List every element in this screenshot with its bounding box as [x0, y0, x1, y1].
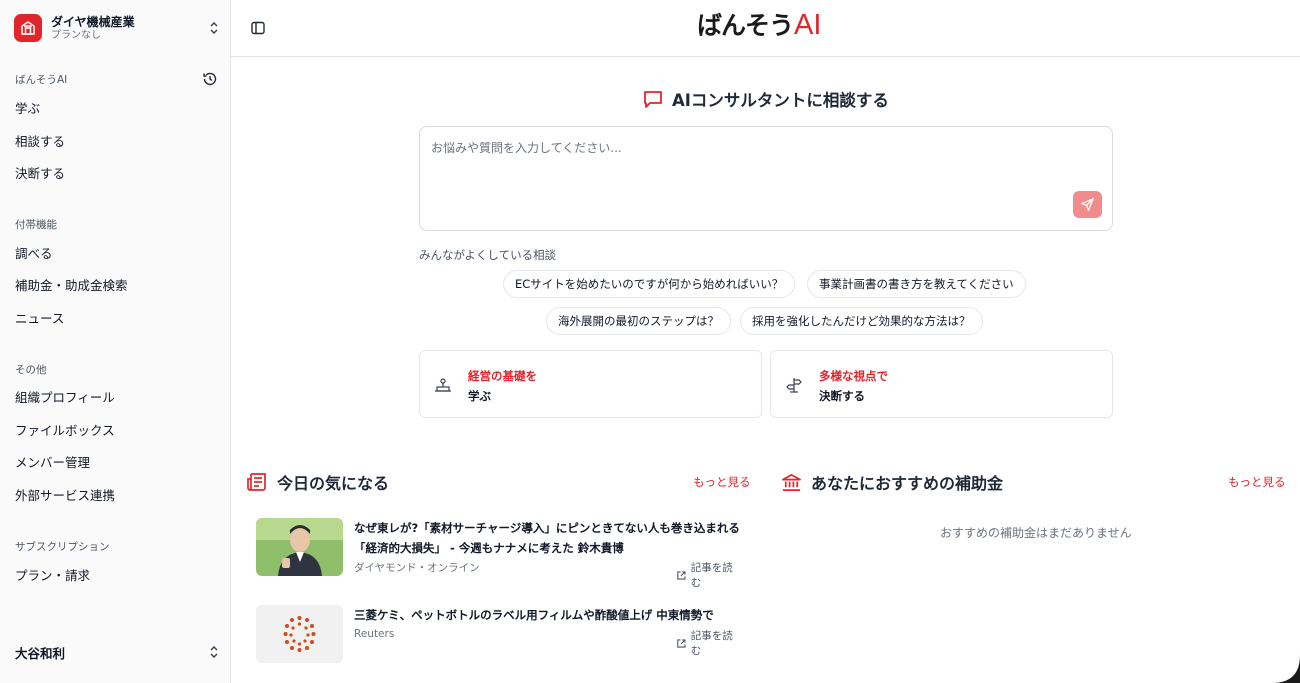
- news-section-header: 今日の気になる: [246, 469, 389, 495]
- podium-icon: [435, 378, 451, 392]
- news-thumbnail: [256, 605, 343, 663]
- user-name: 大谷和利: [15, 645, 66, 661]
- subsidy-section-title: あなたにおすすめの補助金: [811, 474, 1004, 493]
- sidebar-item-members[interactable]: メンバー管理: [15, 448, 215, 474]
- newspaper-icon: [247, 473, 266, 491]
- window-corner: [1272, 655, 1300, 683]
- suggestion-chip[interactable]: 採用を強化したんだけど効果的な方法は？: [740, 307, 983, 335]
- sidebar-item-integrations[interactable]: 外部サービス連携: [15, 481, 215, 507]
- read-article-link[interactable]: 記事を読む: [676, 628, 742, 658]
- subsidy-section-header: あなたにおすすめの補助金: [781, 469, 1003, 495]
- top-header: ばんそう AI: [231, 0, 1300, 57]
- sidebar: ダイヤ機械産業 プランなし ばんそうAI 学ぶ 相談する 決断する 付帯機能 調…: [0, 0, 231, 683]
- external-link-icon: [677, 570, 686, 580]
- suggestion-chip[interactable]: 海外展開の最初のステップは？: [546, 307, 731, 335]
- prompt-input[interactable]: [431, 139, 1071, 199]
- org-name: ダイヤ機械産業: [51, 14, 135, 29]
- decide-card-title: 決断する: [819, 389, 865, 403]
- sidebar-item-decide[interactable]: 決断する: [15, 159, 215, 185]
- prompt-box: [419, 126, 1113, 231]
- subsidy-empty-message: おすすめの補助金はまだありません: [940, 526, 1132, 540]
- news-more-link[interactable]: もっと見る: [693, 474, 751, 490]
- sidebar-item-research[interactable]: 調べる: [15, 239, 215, 265]
- brand-logo-jp: ばんそう: [697, 11, 794, 40]
- send-button[interactable]: [1073, 191, 1102, 218]
- news-source: Reuters: [354, 628, 395, 640]
- news-thumbnail: [256, 518, 343, 576]
- sidebar-item-subsidy-search[interactable]: 補助金・助成金検索: [15, 271, 215, 297]
- news-item[interactable]: なぜ東レが?「素材サーチャージ導入」にピンときてない人も巻き込まれる「経済的大損…: [256, 518, 742, 589]
- suggestion-chip[interactable]: ECサイトを始めたいのですが何から始めればいい？: [503, 270, 796, 298]
- section-label-features: 付帯機能: [15, 219, 57, 231]
- suggestion-chip[interactable]: 事業計画書の書き方を教えてください: [807, 270, 1026, 298]
- sidebar-item-plan-billing[interactable]: プラン・請求: [15, 561, 215, 587]
- page-title-text: AIコンサルタントに相談する: [672, 91, 889, 110]
- chat-bubble-icon: [644, 91, 662, 108]
- sidebar-item-news[interactable]: ニュース: [15, 304, 215, 330]
- history-icon[interactable]: [202, 71, 218, 87]
- external-link-icon: [677, 638, 686, 648]
- section-label-subscription: サブスクリプション: [15, 541, 110, 553]
- learn-card-subtitle: 経営の基礎を: [468, 369, 537, 383]
- read-article-label: 記事を読む: [690, 562, 733, 589]
- chevron-up-down-icon: [210, 22, 218, 34]
- news-section-title: 今日の気になる: [277, 474, 390, 493]
- sidebar-item-learn[interactable]: 学ぶ: [15, 94, 215, 120]
- sidebar-item-org-profile[interactable]: 組織プロフィール: [15, 383, 215, 409]
- user-menu[interactable]: 大谷和利: [15, 639, 220, 665]
- org-plan: プランなし: [51, 29, 101, 41]
- decide-card[interactable]: 多様な視点で 決断する: [770, 350, 1113, 418]
- decide-card-subtitle: 多様な視点で: [819, 369, 888, 383]
- news-source: ダイヤモンド・オンライン: [354, 562, 480, 574]
- news-title[interactable]: なぜ東レが?「素材サーチャージ導入」にピンときてない人も巻き込まれる「経済的大損…: [354, 518, 742, 558]
- brand-logo[interactable]: ばんそう AI: [697, 6, 821, 46]
- read-article-link[interactable]: 記事を読む: [676, 560, 742, 590]
- chevron-up-down-icon: [210, 646, 218, 658]
- popular-questions-label: みんながよくしている相談: [419, 248, 557, 262]
- bank-icon: [782, 473, 801, 491]
- sidebar-toggle-icon[interactable]: [250, 20, 266, 36]
- news-item[interactable]: 三菱ケミ、ペットボトルのラベル用フィルムや酢酸値上げ 中東情勢で Reuters…: [256, 605, 742, 665]
- read-article-label: 記事を読む: [690, 630, 733, 657]
- learn-card-title: 学ぶ: [468, 389, 491, 403]
- section-label-bansou-ai: ばんそうAI: [15, 74, 68, 86]
- page-title: AIコンサルタントに相談する: [642, 87, 889, 111]
- sidebar-item-filebox[interactable]: ファイルボックス: [15, 416, 215, 442]
- news-title[interactable]: 三菱ケミ、ペットボトルのラベル用フィルムや酢酸値上げ 中東情勢で: [354, 605, 742, 625]
- brand-logo-ai: AI: [794, 9, 822, 41]
- org-logo-icon: [14, 14, 42, 42]
- sidebar-item-consult[interactable]: 相談する: [15, 127, 215, 153]
- learn-card[interactable]: 経営の基礎を 学ぶ: [419, 350, 762, 418]
- signpost-icon: [786, 378, 802, 393]
- org-switcher[interactable]: ダイヤ機械産業 プランなし: [14, 12, 220, 44]
- send-icon: [1081, 198, 1094, 211]
- section-label-other: その他: [15, 364, 47, 376]
- subsidy-more-link[interactable]: もっと見る: [1228, 474, 1286, 490]
